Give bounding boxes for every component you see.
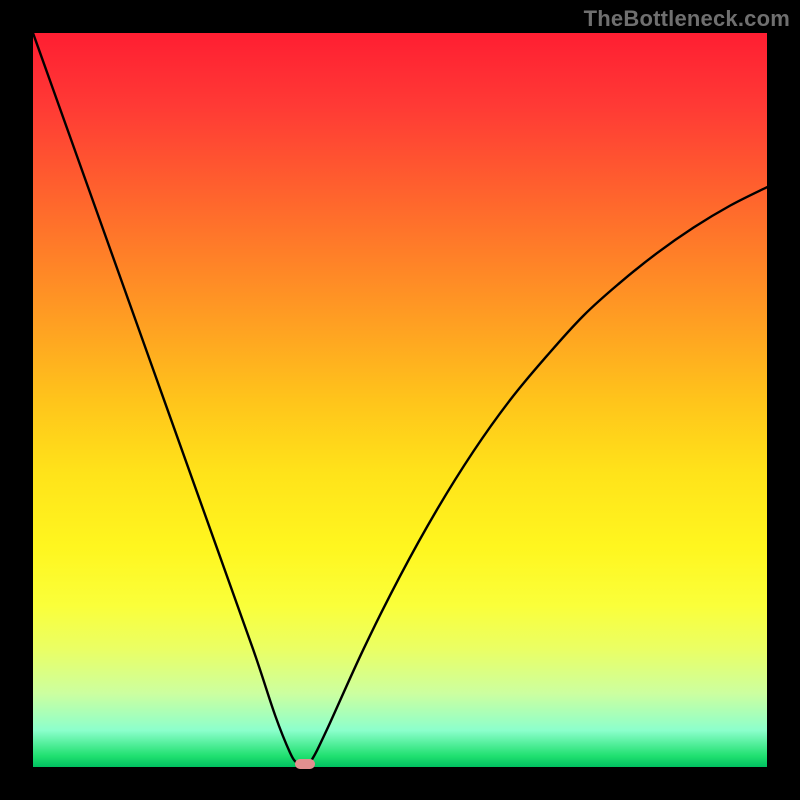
minimum-marker [295,759,315,769]
chart-frame: TheBottleneck.com [0,0,800,800]
plot-area [33,33,767,767]
bottleneck-curve [33,33,767,767]
watermark-text: TheBottleneck.com [584,6,790,32]
